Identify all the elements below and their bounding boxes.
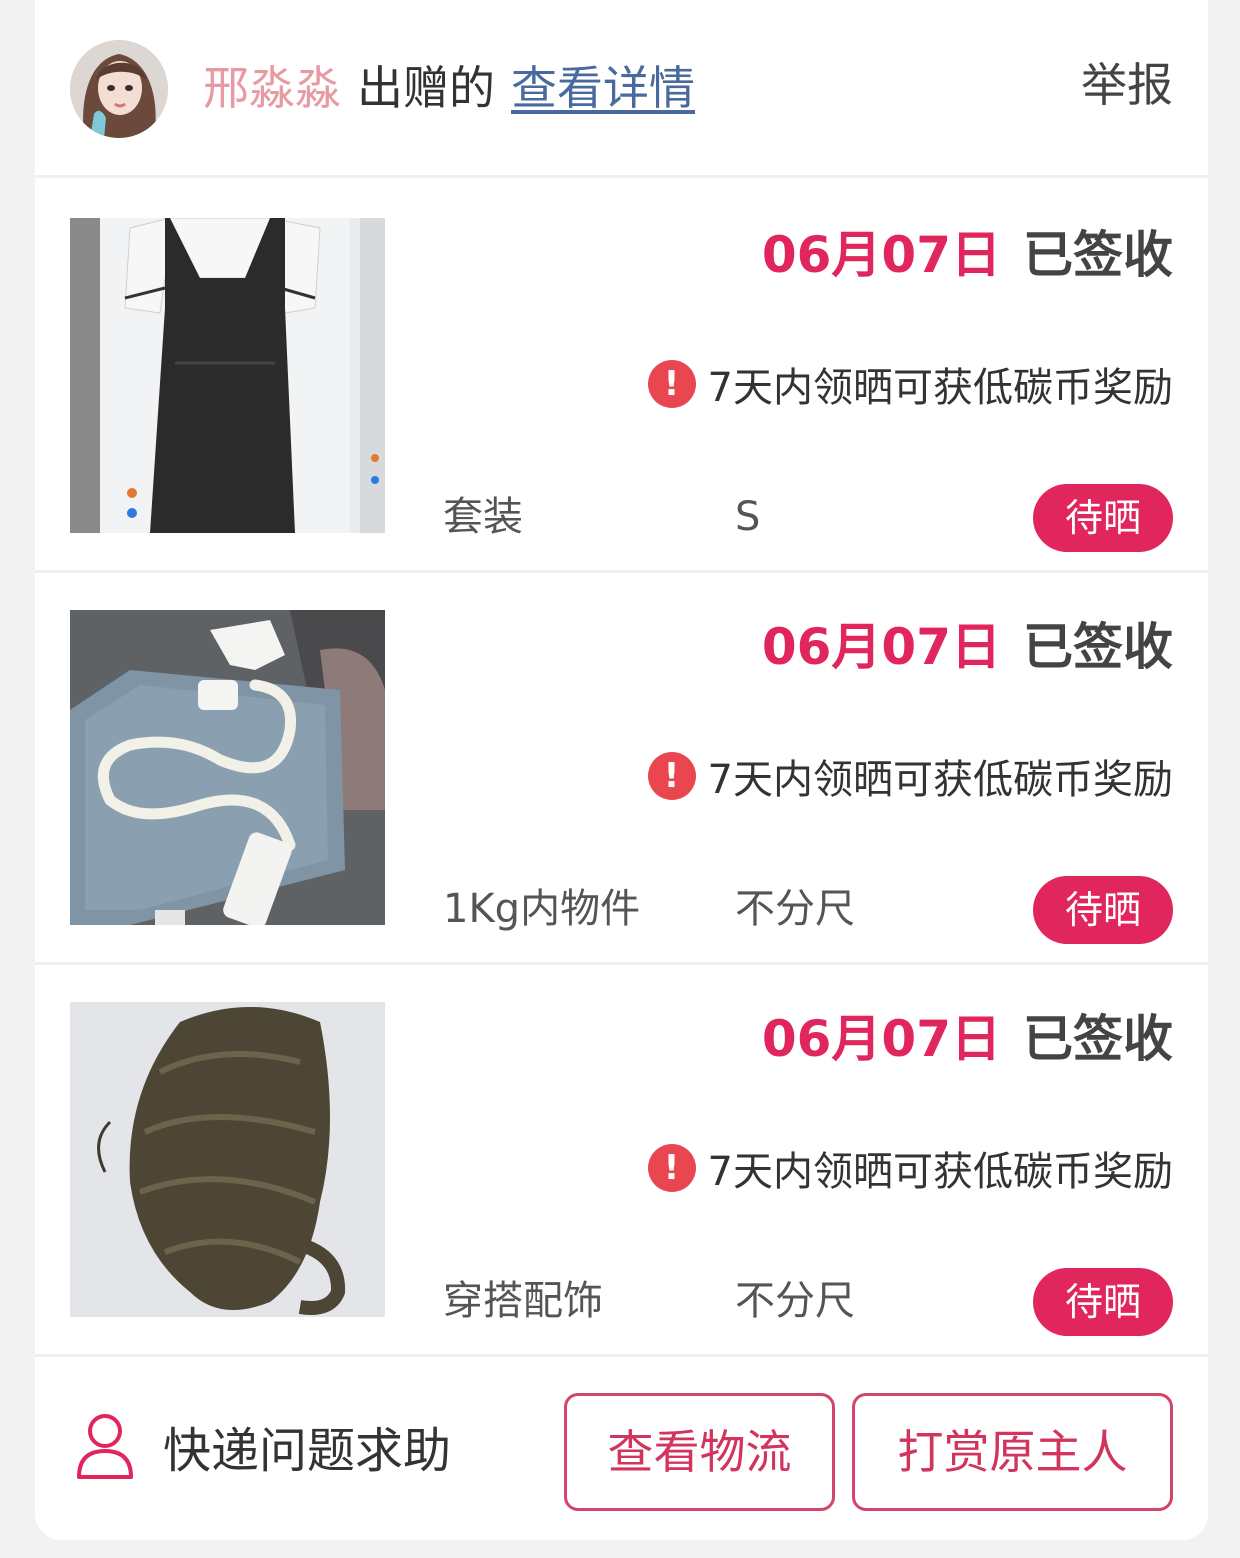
gave-label: 出赠的 [357, 61, 495, 115]
delivery-help-link[interactable]: 快递问题求助 [75, 1406, 451, 1486]
received-date: 06月07日 [761, 1010, 1001, 1068]
date-status-row: 06月07日 已签收 [762, 611, 1173, 676]
item-size: 不分尺 [735, 886, 855, 932]
received-date: 06月07日 [761, 226, 1001, 284]
tip-original-owner-button[interactable]: 打赏原主人 [852, 1393, 1173, 1511]
date-status-row: 06月07日 已签收 [762, 219, 1173, 284]
avatar[interactable] [70, 40, 168, 138]
card-header: 邢淼淼 出赠的 查看详情 举报 [35, 0, 1208, 178]
received-status: 已签收 [1023, 1010, 1173, 1068]
user-icon [77, 1414, 133, 1479]
received-date: 06月07日 [761, 618, 1001, 676]
pending-share-button[interactable]: 待晒 [1033, 1268, 1173, 1336]
item-thumbnail[interactable] [70, 1002, 385, 1317]
pending-share-button[interactable]: 待晒 [1033, 876, 1173, 944]
card-footer: 快递问题求助 查看物流 打赏原主人 [35, 1356, 1208, 1540]
reward-notice-text: 7天内领晒可获低碳币奖励 [707, 757, 1173, 803]
reward-notice: ! 7天内领晒可获低碳币奖励 [647, 1140, 1173, 1196]
reward-notice: ! 7天内领晒可获低碳币奖励 [647, 748, 1173, 804]
received-status: 已签收 [1023, 618, 1173, 676]
list-item[interactable]: 06月07日 已签收 ! 7天内领晒可获低碳币奖励 1Kg内物件 不分尺 待晒 [35, 573, 1208, 965]
date-status-row: 06月07日 已签收 [762, 1003, 1173, 1068]
reward-notice-text: 7天内领晒可获低碳币奖励 [707, 365, 1173, 411]
view-details-link[interactable]: 查看详情 [511, 52, 695, 118]
exclamation-icon: ! [647, 360, 696, 408]
view-logistics-button[interactable]: 查看物流 [564, 1393, 835, 1511]
wig-image [70, 1002, 385, 1317]
giver-name[interactable]: 邢淼淼 [203, 52, 341, 118]
report-button[interactable]: 举报 [1081, 52, 1173, 118]
avatar-portrait [70, 40, 168, 138]
item-category: 穿搭配饰 [443, 1278, 603, 1324]
item-category: 1Kg内物件 [443, 886, 641, 932]
pending-share-button[interactable]: 待晒 [1033, 484, 1173, 552]
list-item[interactable]: 06月07日 已签收 ! 7天内领晒可获低碳币奖励 穿搭配饰 不分尺 待晒 [35, 965, 1208, 1357]
item-size: S [735, 494, 761, 540]
item-size: 不分尺 [735, 1278, 855, 1324]
item-thumbnail[interactable] [70, 218, 385, 533]
phone-holder-image [70, 610, 385, 925]
exclamation-icon: ! [647, 1144, 696, 1192]
reward-notice-text: 7天内领晒可获低碳币奖励 [707, 1149, 1173, 1195]
list-item[interactable]: 06月07日 已签收 ! 7天内领晒可获低碳币奖励 套装 S 待晒 [35, 181, 1208, 573]
received-status: 已签收 [1023, 226, 1173, 284]
donation-card: 邢淼淼 出赠的 查看详情 举报 06月07日 已签收 ! 7天内领晒可获低碳币奖… [35, 0, 1208, 1540]
item-category: 套装 [443, 494, 523, 540]
delivery-help-label: 快递问题求助 [163, 1423, 452, 1479]
jumpsuit-image [70, 218, 385, 533]
exclamation-icon: ! [647, 752, 696, 800]
item-thumbnail[interactable] [70, 610, 385, 925]
reward-notice: ! 7天内领晒可获低碳币奖励 [647, 356, 1173, 412]
giver-info: 邢淼淼 出赠的 查看详情 [203, 52, 695, 118]
